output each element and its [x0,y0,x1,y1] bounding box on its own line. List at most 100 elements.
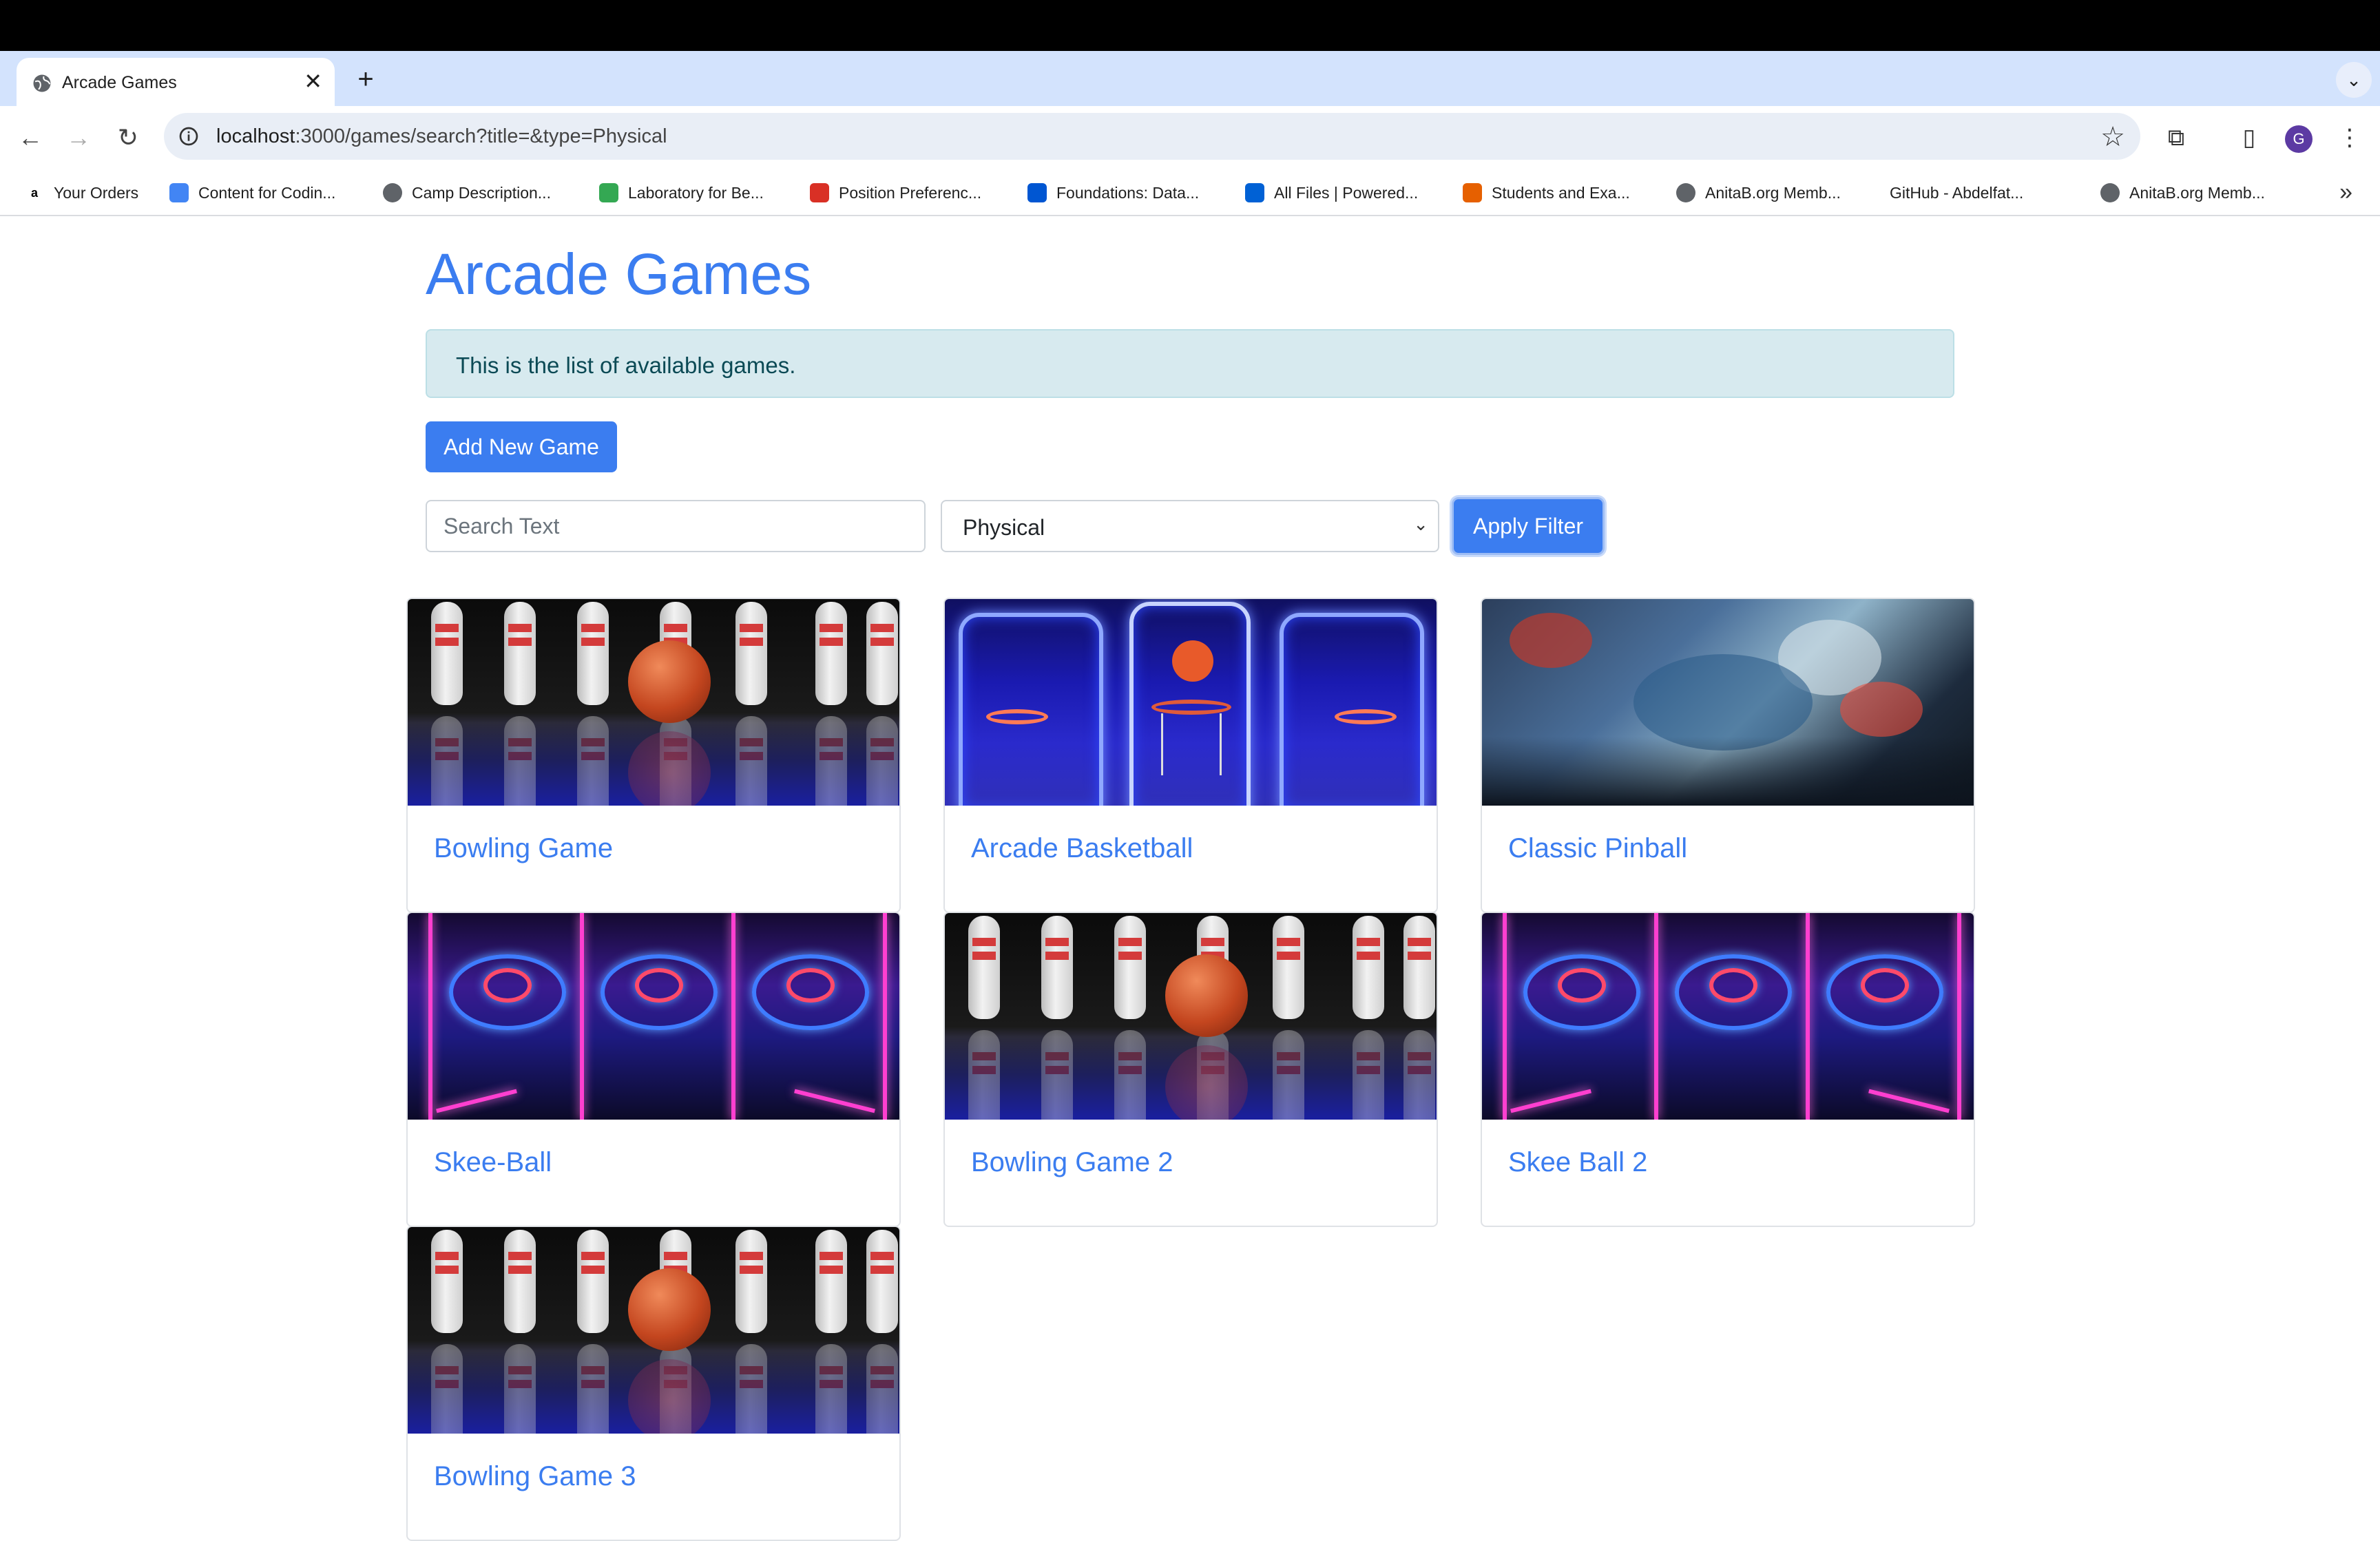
add-new-game-button[interactable]: Add New Game [426,421,617,472]
site-info-icon[interactable] [178,125,200,147]
bookmark-item[interactable]: GitHub - Abdelfat... [1890,179,2023,207]
bookmark-item[interactable]: AnitaB.org Memb... [2100,179,2265,207]
game-title-link[interactable]: Bowling Game 3 [434,1461,636,1492]
bookmark-item[interactable]: Content for Codin... [169,179,335,207]
bookmark-label: Laboratory for Be... [628,183,764,202]
type-select[interactable]: Physical ⌄ [941,500,1439,552]
game-title-link[interactable]: Bowling Game 2 [971,1147,1173,1178]
bookmark-item[interactable]: All Files | Powered... [1245,179,1418,207]
neon-light [1503,913,1507,1120]
game-image[interactable] [1482,913,1974,1120]
url-path: :3000/games/search?title=&type=Physical [295,125,667,147]
pinball-shadow [1482,737,1974,806]
forward-arrow-icon[interactable]: → [61,120,96,156]
bowling-ball [628,640,711,723]
game-card[interactable]: Skee Ball 2 [1481,912,1975,1227]
skeeball-target [483,968,532,1003]
game-card[interactable]: Arcade Basketball [943,598,1438,913]
bowling-pin-reflection [815,1344,847,1434]
bookmark-label: Students and Exa... [1492,183,1630,202]
game-title-link[interactable]: Bowling Game [434,833,613,864]
bowling-pin [504,602,536,705]
box-icon [1245,183,1264,202]
side-cabinet [1280,613,1424,806]
bookmark-item[interactable]: Students and Exa... [1463,179,1630,207]
bowling-ball-reflection [628,731,711,806]
coursera-icon [1027,183,1047,202]
tab-title: Arcade Games [62,73,177,92]
bowling-pin-reflection [1353,1030,1384,1120]
bowling-pin [431,602,463,705]
game-card[interactable]: Skee-Ball [406,912,901,1227]
bookmark-item[interactable]: Camp Description... [383,179,551,207]
opera-icon [810,183,829,202]
bookmark-item[interactable]: Foundations: Data... [1027,179,1199,207]
more-menu-icon[interactable]: ⋮ [2332,120,2368,156]
close-tab-icon[interactable]: ✕ [304,69,322,94]
game-image[interactable] [945,913,1437,1120]
url-host: localhost [216,125,295,147]
bowling-pin-reflection [815,716,847,806]
canvas-icon [1463,183,1482,202]
bowling-pin [1273,916,1304,1019]
tab-arcade-games[interactable]: Arcade Games ✕ [17,58,335,106]
search-input[interactable] [426,500,926,552]
bowling-pin [968,916,1000,1019]
game-image[interactable] [408,913,899,1120]
bookmark-item[interactable]: a Your Orders [25,179,138,207]
address-bar[interactable]: localhost:3000/games/search?title=&type=… [164,113,2140,160]
globe-icon [33,74,51,92]
docs-icon [169,183,189,202]
extensions-icon[interactable]: ⧉ [2158,120,2194,156]
more-bookmarks-icon[interactable]: » [2339,179,2352,206]
bowling-pin [866,602,898,705]
url-text: localhost:3000/games/search?title=&type=… [216,125,667,148]
game-title-link[interactable]: Arcade Basketball [971,833,1193,864]
game-title-link[interactable]: Classic Pinball [1508,833,1687,864]
bowling-pin-reflection [866,716,898,806]
bookmark-item[interactable]: Laboratory for Be... [599,179,764,207]
alert-text: This is the list of available games. [456,353,796,378]
game-image[interactable] [945,599,1437,806]
page-title: Arcade Games [426,242,812,306]
new-tab-button[interactable]: + [348,63,383,98]
tab-search-chevron-icon[interactable]: ⌄ [2336,62,2372,98]
neon-light [436,1089,517,1113]
back-arrow-icon[interactable]: ← [12,120,48,156]
bowling-pin [577,602,609,705]
amazon-icon: a [30,186,38,200]
basketball-hoop [1151,700,1231,715]
bowling-pin [577,1230,609,1333]
game-card[interactable]: Classic Pinball [1481,598,1975,913]
neon-light [1654,913,1658,1120]
game-image[interactable] [1482,599,1974,806]
bowling-ball [628,1268,711,1351]
bookmark-item[interactable]: Position Preferenc... [810,179,981,207]
game-card[interactable]: Bowling Game 2 [943,912,1438,1227]
neon-light [1806,913,1810,1120]
game-card[interactable]: Bowling Game [406,598,901,913]
game-card[interactable]: Bowling Game 3 [406,1226,901,1541]
bookmark-star-icon[interactable]: ☆ [2100,121,2125,153]
neon-light [580,913,584,1120]
basketball-hoop [1335,709,1397,724]
neon-light [1868,1089,1950,1113]
bookmark-item[interactable]: AnitaB.org Memb... [1676,179,1841,207]
game-title-link[interactable]: Skee Ball 2 [1508,1147,1647,1178]
bookmark-label: Your Orders [54,183,139,202]
lab-icon [599,183,618,202]
game-image[interactable] [408,1227,899,1434]
game-title-link[interactable]: Skee-Ball [434,1147,552,1178]
globe-icon [383,183,402,202]
game-image[interactable] [408,599,899,806]
bookmarks-bar: a Your Orders Content for Codin... Camp Des… [0,169,2380,216]
bowling-pin [1041,916,1073,1019]
bowling-pin [735,1230,767,1333]
apply-filter-button[interactable]: Apply Filter [1452,497,1605,555]
bowling-pin-reflection [504,716,536,806]
basketball-logo [1172,640,1213,682]
side-panel-icon[interactable]: ▯ [2231,120,2267,156]
bowling-pin [504,1230,536,1333]
reload-icon[interactable]: ↻ [110,120,146,156]
profile-avatar[interactable]: G [2285,125,2313,153]
